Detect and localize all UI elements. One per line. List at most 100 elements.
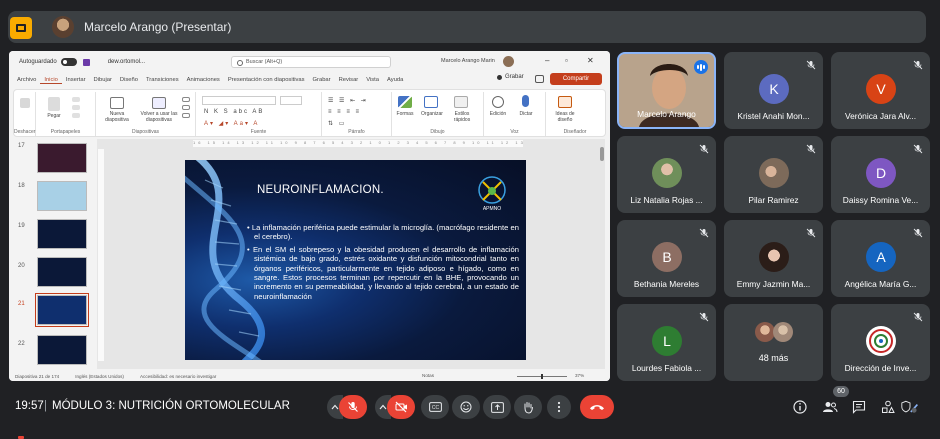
tab-grabar[interactable]: Grabar: [309, 77, 335, 83]
camera-toggle-button[interactable]: [387, 395, 415, 419]
participant-tile[interactable]: Liz Natalia Rojas ...: [617, 136, 716, 213]
participant-tile[interactable]: B Bethania Mereles: [617, 220, 716, 297]
present-screen-button[interactable]: [483, 395, 511, 419]
more-options-button[interactable]: [547, 395, 571, 419]
ribbon-group-paragraph: ☰ ☰ ⇤ ⇥ ≡ ≡ ≡ ≡ ⇅ ▭ Párrafo: [322, 92, 392, 136]
presenter-label: Marcelo Arango (Presentar): [84, 20, 232, 34]
thumb-number: 17: [18, 143, 25, 149]
participant-name: Marcelo Arango: [637, 109, 696, 119]
list-buttons[interactable]: ☰ ☰ ⇤ ⇥: [328, 97, 368, 104]
font-format-buttons[interactable]: N K S abc AB: [204, 109, 264, 115]
participant-tile[interactable]: V Verónica Jara Alv...: [831, 52, 930, 129]
maximize-icon[interactable]: ▫: [565, 56, 568, 65]
info-icon: [793, 400, 807, 414]
notes-button[interactable]: Notas: [422, 373, 434, 378]
reset-icon[interactable]: [182, 105, 190, 110]
current-slide[interactable]: NEUROINFLAMACION. APMNO • La inflamación…: [185, 160, 526, 360]
slide-thumbnail-selected[interactable]: [35, 293, 89, 327]
ppt-search-box[interactable]: Buscar (Alt+Q): [231, 56, 391, 68]
participant-tile[interactable]: Emmy Jazmin Ma...: [724, 220, 823, 297]
participant-name: Emmy Jazmin Ma...: [736, 279, 811, 289]
slide-thumbnail[interactable]: [37, 257, 87, 287]
people-button[interactable]: [821, 398, 839, 416]
zoom-slider[interactable]: [517, 374, 567, 379]
captions-button[interactable]: CC: [421, 395, 449, 419]
slide-thumbnail[interactable]: [37, 219, 87, 249]
save-icon[interactable]: [82, 58, 90, 66]
ppt-title-bar: Autoguardado dew.ortomol... Buscar (Alt+…: [9, 51, 610, 73]
section-icon[interactable]: [182, 113, 190, 118]
accessibility-label[interactable]: Accesibilidad: es necesario investigar: [140, 374, 216, 379]
mic-toggle-button[interactable]: [339, 395, 367, 419]
tab-ayuda[interactable]: Ayuda: [383, 77, 407, 83]
zoom-level[interactable]: 37%: [575, 373, 584, 378]
ppt-user-avatar[interactable]: [503, 56, 514, 67]
quick-styles-icon[interactable]: [454, 96, 468, 108]
new-slide-icon[interactable]: [110, 97, 124, 109]
tab-animaciones[interactable]: Animaciones: [183, 77, 224, 83]
host-controls-button[interactable]: [901, 398, 919, 416]
reactions-button[interactable]: [452, 395, 480, 419]
raise-hand-button[interactable]: [514, 395, 542, 419]
share-button[interactable]: Compartir: [550, 73, 602, 85]
comments-icon[interactable]: [535, 75, 544, 83]
meeting-details-button[interactable]: [791, 398, 809, 416]
tab-insertar[interactable]: Insertar: [62, 77, 90, 83]
participant-tile-video[interactable]: Marcelo Arango: [617, 52, 716, 129]
mic-off-icon: [913, 144, 923, 154]
presenter-avatar: [52, 16, 74, 38]
font-family-select[interactable]: [202, 96, 276, 105]
reuse-slides-icon[interactable]: [152, 97, 166, 109]
tab-inicio[interactable]: Inicio: [40, 77, 62, 84]
slide-thumbnail[interactable]: [37, 143, 87, 173]
dictate-icon[interactable]: [522, 95, 529, 107]
tab-revisar[interactable]: Revisar: [335, 77, 363, 83]
leave-call-button[interactable]: [580, 395, 614, 419]
cut-icon[interactable]: [72, 97, 80, 102]
ppt-status-bar: Diapositiva 21 de 174 Inglés (Estados Un…: [9, 371, 610, 381]
align-buttons[interactable]: ≡ ≡ ≡ ≡: [328, 109, 361, 115]
format-painter-icon[interactable]: [72, 113, 80, 118]
layout-icon[interactable]: [182, 97, 190, 102]
participant-tile[interactable]: D Daissy Romina Ve...: [831, 136, 930, 213]
text-direction-buttons[interactable]: ⇅ ▭: [328, 120, 346, 127]
mic-off-icon: [699, 144, 709, 154]
tab-transiciones[interactable]: Transiciones: [142, 77, 183, 83]
grabar-button[interactable]: Grabar: [497, 74, 524, 80]
close-icon[interactable]: ✕: [587, 56, 594, 65]
tab-archivo[interactable]: Archivo: [13, 77, 40, 83]
font-color-buttons[interactable]: A▾ ◢▾ Aa▾ A: [204, 120, 259, 127]
participant-tile[interactable]: A Angélica María G...: [831, 220, 930, 297]
copy-icon[interactable]: [72, 105, 80, 110]
slide-thumbnail[interactable]: [37, 181, 87, 211]
chat-icon: [852, 400, 866, 414]
tab-presentacion[interactable]: Presentación con diapositivas: [224, 77, 309, 83]
tab-dibujar[interactable]: Dibujar: [90, 77, 116, 83]
tab-vista[interactable]: Vista: [362, 77, 383, 83]
tab-diseno[interactable]: Diseño: [116, 77, 142, 83]
find-icon[interactable]: [492, 96, 504, 108]
designer-icon[interactable]: [558, 96, 572, 108]
participant-tile[interactable]: Dirección de Inve...: [831, 304, 930, 381]
dictate-label: Dictar: [519, 111, 533, 117]
font-size-select[interactable]: [280, 96, 302, 105]
activities-icon: [882, 400, 895, 413]
participant-tile[interactable]: Pilar Ramirez: [724, 136, 823, 213]
separator: |: [44, 400, 47, 412]
minimize-icon[interactable]: –: [545, 56, 549, 65]
chat-button[interactable]: [850, 398, 868, 416]
arrange-icon[interactable]: [424, 96, 438, 108]
paste-icon[interactable]: [48, 97, 60, 111]
undo-icon[interactable]: [20, 98, 30, 108]
language-label[interactable]: Inglés (Estados Unidos): [75, 374, 124, 379]
slide-thumbnail[interactable]: [37, 335, 87, 365]
activities-button[interactable]: [879, 398, 897, 416]
meeting-title: MÓDULO 3: NUTRICIÓN ORTOMOLECULAR: [52, 400, 290, 412]
vertical-scrollbar[interactable]: [600, 147, 604, 161]
meet-logo-icon: [10, 17, 32, 39]
participant-tile[interactable]: L Lourdes Fabiola ...: [617, 304, 716, 381]
shapes-icon[interactable]: [398, 96, 412, 108]
participant-tile-more[interactable]: 48 más: [724, 304, 823, 381]
autosave-toggle[interactable]: [60, 58, 77, 66]
participant-tile[interactable]: K Kristel Anahi Mon...: [724, 52, 823, 129]
